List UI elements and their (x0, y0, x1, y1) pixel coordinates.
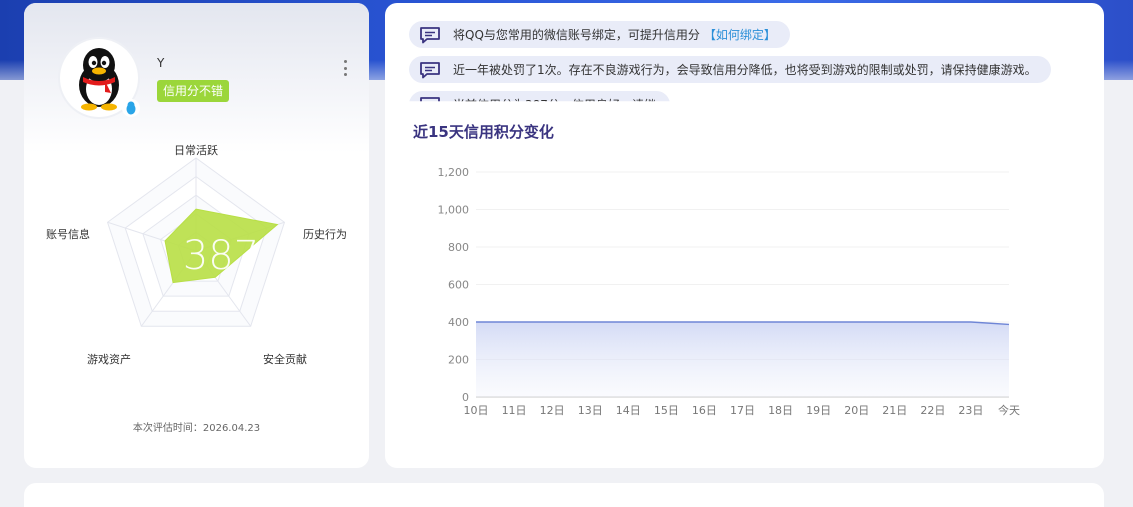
notice-current-score: 当前信用分为387分，信用良好，请继 (409, 91, 670, 112)
x-tick-label: 15日 (654, 404, 679, 417)
credit-radar-chart: 387 日常活跃 历史行为 安全贡献 游戏资产 账号信息 (24, 133, 369, 373)
more-vertical-icon (343, 60, 347, 63)
y-tick-label: 600 (448, 279, 469, 292)
credit-score: 387 (183, 233, 259, 279)
credit-trend-chart: 0 200 400 600 800 1,000 1,200 10日 11日 12日 13日 14日 15… (425, 153, 1085, 423)
y-tick-label: 400 (448, 316, 469, 329)
notice-text: 当前信用分为387分，信用良好，请继 (453, 98, 656, 112)
x-tick-label: 22日 (920, 404, 945, 417)
notice-text: 近一年被处罚了1次。存在不良游戏行为，会导致信用分降低，也将受到游戏的限制或处罚… (453, 63, 1037, 77)
how-to-bind-link[interactable]: 【如何绑定】 (704, 26, 776, 43)
radar-label-daily-activity: 日常活跃 (174, 144, 218, 157)
bottom-card (24, 483, 1104, 507)
notice-bind-wechat: 将QQ与您常用的微信账号绑定，可提升信用分 【如何绑定】 (409, 21, 790, 48)
y-tick-label: 1,200 (438, 166, 470, 179)
credit-details-card: 将QQ与您常用的微信账号绑定，可提升信用分 【如何绑定】 近一年被处罚了1次。存… (385, 3, 1104, 468)
radar-label-account-info: 账号信息 (46, 228, 90, 241)
radar-label-security: 安全贡献 (263, 353, 307, 366)
evaluation-time: 本次评估时间：2026.04.23 (132, 423, 261, 434)
x-tick-label: 12日 (540, 404, 565, 417)
x-tick-label: 10日 (464, 404, 489, 417)
trend-svg: 0 200 400 600 800 1,000 1,200 10日 11日 12日 13日 14日 15… (438, 166, 1021, 417)
x-tick-label: 11日 (502, 404, 527, 417)
x-tick-label: 18日 (768, 404, 793, 417)
message-icon (420, 61, 440, 78)
more-options-button[interactable] (337, 57, 353, 79)
x-tick-label: 今天 (998, 403, 1020, 417)
radar-label-history: 历史行为 (303, 228, 347, 241)
series-area (476, 322, 1009, 397)
x-tick-label: 23日 (958, 404, 983, 417)
x-tick-label: 17日 (730, 404, 755, 417)
x-tick-label: 16日 (692, 404, 717, 417)
x-tick-label: 20日 (844, 404, 869, 417)
x-tick-label: 21日 (882, 404, 907, 417)
notice-penalty: 近一年被处罚了1次。存在不良游戏行为，会导致信用分降低，也将受到游戏的限制或处罚… (409, 56, 1051, 83)
chart-title: 近15天信用积分变化 (413, 123, 554, 141)
radar-label-game-assets: 游戏资产 (87, 353, 131, 366)
credit-status-badge: 信用分不错 (157, 80, 230, 102)
y-tick-label: 1,000 (438, 204, 470, 217)
profile-card: Y 信用分不错 387 日常活跃 历史行为 安全贡献 游戏资产 账号信息 本次评… (24, 3, 369, 468)
x-tick-label: 13日 (578, 404, 603, 417)
qq-badge-icon (122, 99, 140, 117)
radar-svg: 387 (106, 157, 286, 327)
username: Y (157, 56, 165, 70)
y-tick-label: 800 (448, 241, 469, 254)
x-tick-label: 14日 (616, 404, 641, 417)
message-icon (420, 26, 440, 43)
y-tick-label: 200 (448, 354, 469, 367)
x-tick-label: 19日 (806, 404, 831, 417)
y-tick-label: 0 (462, 391, 469, 404)
qq-penguin-icon (79, 48, 119, 111)
notice-text: 将QQ与您常用的微信账号绑定，可提升信用分 (453, 28, 700, 42)
message-icon (420, 96, 440, 102)
